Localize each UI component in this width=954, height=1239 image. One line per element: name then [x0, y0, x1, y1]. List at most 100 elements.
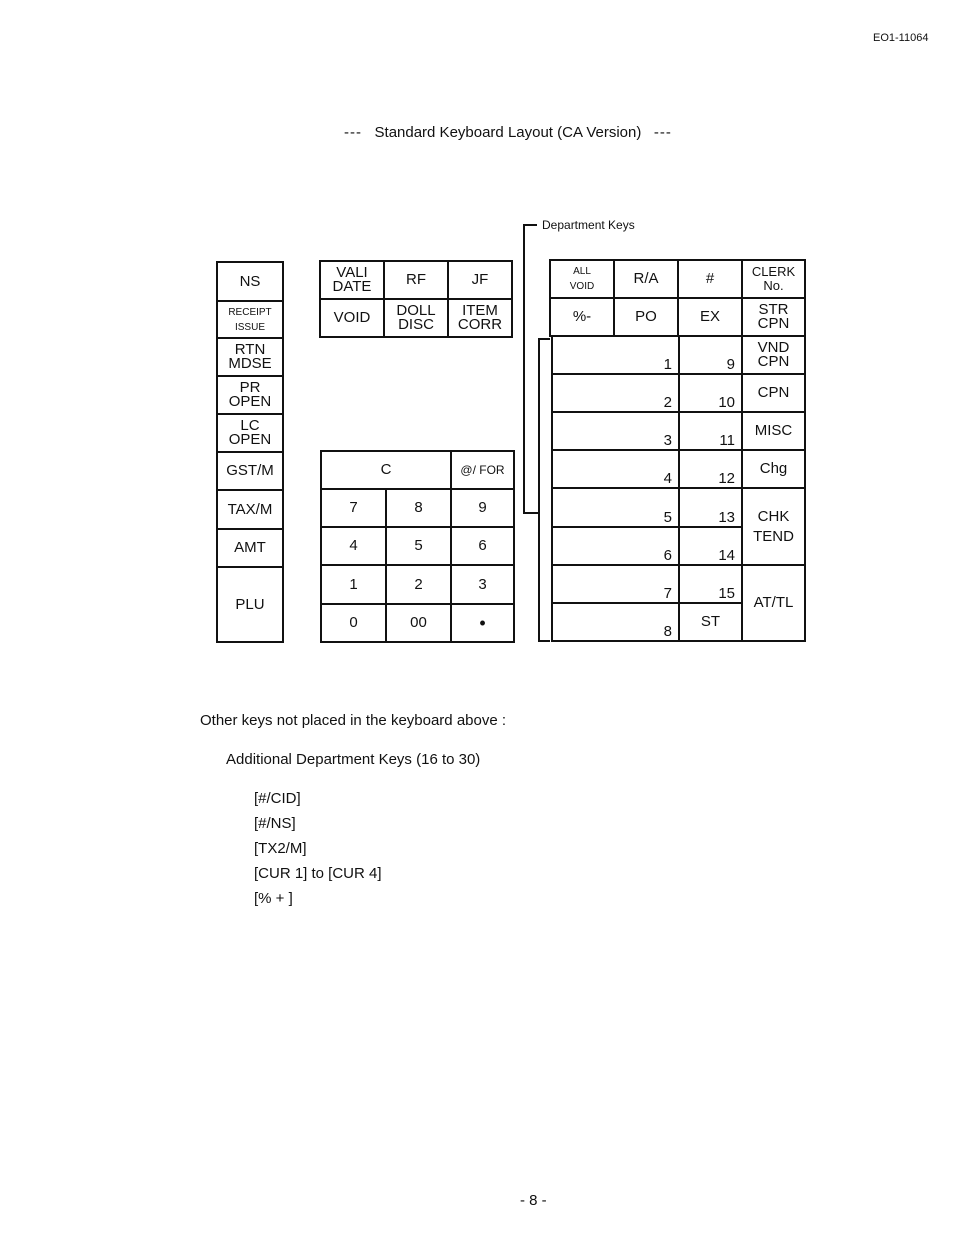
- key-lc-open[interactable]: LC OPEN: [216, 413, 284, 453]
- bracket-inner-bottom: [538, 640, 550, 642]
- dept-key-6[interactable]: 6: [551, 526, 680, 566]
- key-3[interactable]: 3: [450, 564, 515, 605]
- dept-key-1[interactable]: 1: [551, 335, 680, 375]
- key-label: ALL VOID: [569, 266, 595, 292]
- dept-key-4[interactable]: 4: [551, 449, 680, 489]
- key-label: CHK TEND: [753, 507, 794, 545]
- key-jf[interactable]: JF: [447, 260, 513, 300]
- dept-key-2[interactable]: 2: [551, 373, 680, 413]
- department-keys-label: Department Keys: [542, 218, 635, 232]
- key-item-corr[interactable]: ITEM CORR: [447, 298, 513, 338]
- key-all-void[interactable]: ALL VOID: [549, 259, 615, 299]
- key-st[interactable]: ST: [678, 602, 743, 642]
- bracket-inner-vertical: [538, 338, 540, 642]
- dept-key-7[interactable]: 7: [551, 564, 680, 604]
- key-misc[interactable]: MISC: [741, 411, 806, 451]
- key-label: VOID: [333, 309, 371, 326]
- key-0[interactable]: 0: [320, 603, 387, 643]
- key-label: 5: [414, 537, 423, 554]
- key-label: 9: [478, 499, 487, 516]
- key-receipt-issue[interactable]: RECEIPT ISSUE: [216, 300, 284, 339]
- dept-key-5[interactable]: 5: [551, 487, 680, 528]
- notes-additional-dept-keys: Additional Department Keys (16 to 30): [226, 751, 481, 768]
- dept-key-9[interactable]: 9: [678, 335, 743, 375]
- key-label: ITEM CORR: [457, 302, 503, 333]
- key-ns[interactable]: NS: [216, 261, 284, 302]
- dept-key-11[interactable]: 11: [678, 411, 743, 451]
- key-void[interactable]: VOID: [319, 298, 385, 338]
- key-label: 6: [663, 547, 672, 564]
- key-00[interactable]: 00: [385, 603, 452, 643]
- key-label: 1: [349, 575, 358, 593]
- key-label: GST/M: [226, 462, 274, 479]
- dept-key-8[interactable]: 8: [551, 602, 680, 642]
- dept-key-15[interactable]: 15: [678, 564, 743, 604]
- key-str-cpn[interactable]: STR CPN: [741, 297, 806, 337]
- bracket-outer-bottom: [523, 512, 539, 514]
- key-amt[interactable]: AMT: [216, 528, 284, 568]
- key-label: 13: [718, 509, 735, 526]
- key-ex[interactable]: EX: [677, 297, 743, 337]
- key-doll-disc[interactable]: DOLL DISC: [383, 298, 449, 338]
- note-item: [#/NS]: [254, 815, 296, 832]
- key-1[interactable]: 1: [320, 564, 387, 605]
- dept-key-3[interactable]: 3: [551, 411, 680, 451]
- key-label: MISC: [754, 422, 793, 439]
- key-gst-m[interactable]: GST/M: [216, 451, 284, 491]
- dept-key-14[interactable]: 14: [678, 526, 743, 566]
- key-chk-tend[interactable]: CHK TEND: [741, 487, 806, 566]
- bracket-outer-vertical: [523, 224, 525, 514]
- key-pr-open[interactable]: PR OPEN: [216, 375, 284, 415]
- decimal-point-icon: •: [479, 613, 486, 633]
- page-number: - 8 -: [520, 1192, 547, 1209]
- key-percent-minus[interactable]: %-: [549, 297, 615, 337]
- key-2[interactable]: 2: [385, 564, 452, 605]
- key-number[interactable]: #: [677, 259, 743, 299]
- note-item: [#/CID]: [254, 790, 301, 807]
- key-label: 11: [719, 432, 735, 449]
- dept-key-12[interactable]: 12: [678, 449, 743, 489]
- key-4[interactable]: 4: [320, 526, 387, 566]
- document-number: EO1-11064: [873, 32, 929, 44]
- key-label: RECEIPT ISSUE: [228, 306, 272, 333]
- key-at-for[interactable]: @/ FOR: [450, 450, 515, 490]
- key-9[interactable]: 9: [450, 488, 515, 528]
- key-label: STR CPN: [757, 301, 790, 332]
- dept-key-13[interactable]: 13: [678, 487, 743, 528]
- key-clear[interactable]: C: [320, 450, 452, 490]
- note-item: [CUR 1] to [CUR 4]: [254, 865, 382, 882]
- key-label: 8: [414, 499, 423, 516]
- page-title: --- Standard Keyboard Layout (CA Version…: [344, 124, 672, 141]
- key-6[interactable]: 6: [450, 526, 515, 566]
- note-item: [% + ]: [254, 890, 293, 907]
- key-label: RF: [406, 271, 426, 288]
- key-tax-m[interactable]: TAX/M: [216, 489, 284, 530]
- key-cpn[interactable]: CPN: [741, 373, 806, 413]
- key-label: 7: [663, 585, 672, 602]
- key-label: 7: [349, 499, 358, 516]
- key-label: 5: [663, 509, 672, 526]
- key-label: RTN MDSE: [228, 341, 272, 372]
- key-po[interactable]: PO: [613, 297, 679, 337]
- key-label: 12: [718, 470, 735, 487]
- key-8[interactable]: 8: [385, 488, 452, 528]
- key-at-tl[interactable]: AT/TL: [741, 564, 806, 642]
- key-vnd-cpn[interactable]: VND CPN: [741, 335, 806, 375]
- key-rf[interactable]: RF: [383, 260, 449, 300]
- title-text: Standard Keyboard Layout (CA Version): [374, 124, 642, 141]
- key-vali-date[interactable]: VALI DATE: [319, 260, 385, 300]
- key-ra[interactable]: R/A: [613, 259, 679, 299]
- key-chg[interactable]: Chg: [741, 449, 806, 489]
- key-clerk-no[interactable]: CLERK No.: [741, 259, 806, 299]
- dept-key-10[interactable]: 10: [678, 373, 743, 413]
- key-label: %-: [572, 308, 592, 325]
- key-plu[interactable]: PLU: [216, 566, 284, 643]
- key-label: 2: [414, 575, 423, 593]
- key-decimal[interactable]: •: [450, 603, 515, 643]
- key-rtn-mdse[interactable]: RTN MDSE: [216, 337, 284, 377]
- key-label: ST: [700, 613, 721, 630]
- key-label: VALI DATE: [332, 264, 372, 295]
- key-7[interactable]: 7: [320, 488, 387, 528]
- note-item: [TX2/M]: [254, 840, 307, 857]
- key-5[interactable]: 5: [385, 526, 452, 566]
